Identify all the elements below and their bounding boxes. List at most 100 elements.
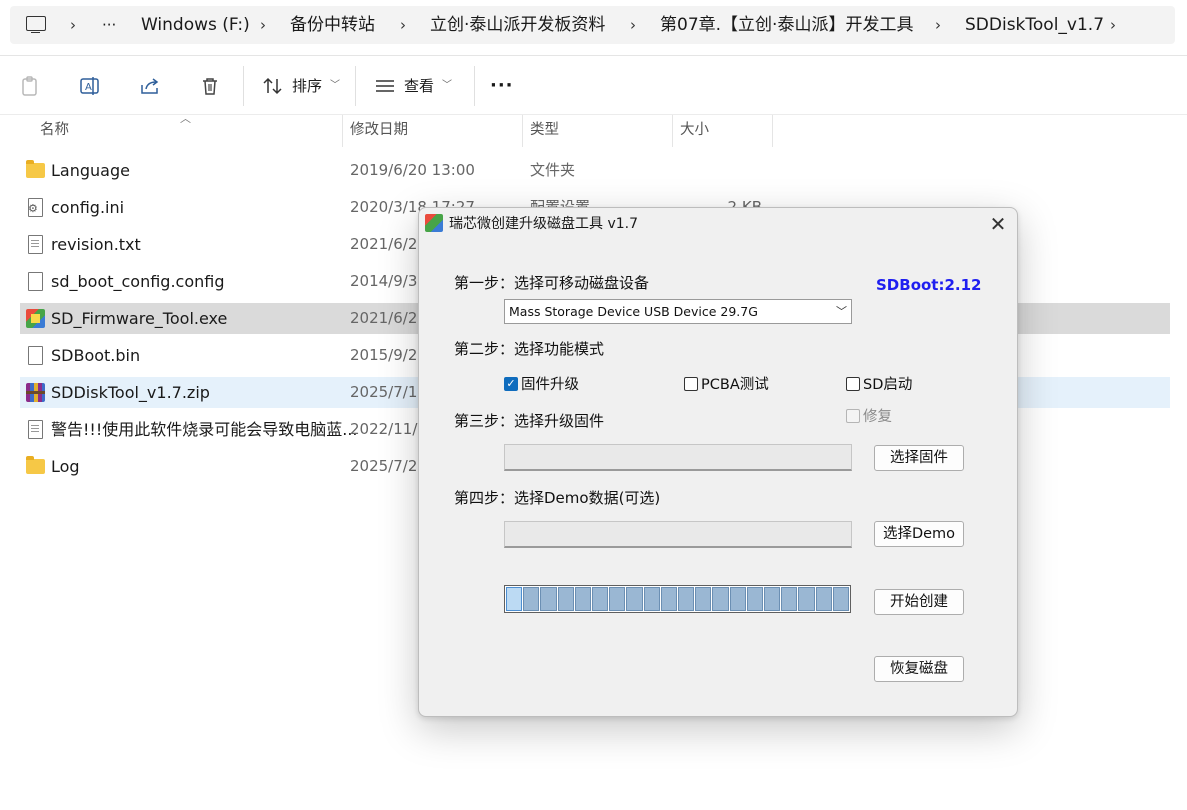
- rename-button[interactable]: A: [74, 70, 106, 102]
- sort-label: 排序: [292, 77, 323, 95]
- share-button[interactable]: [134, 70, 166, 102]
- sort-button[interactable]: 排序 ﹀: [262, 72, 340, 100]
- breadcrumb-drive[interactable]: Windows (F:): [141, 6, 250, 44]
- text-file-icon: [26, 420, 45, 439]
- dialog-title: 瑞芯微创建升级磁盘工具 v1.7: [449, 216, 638, 232]
- file-date: 2022/11/: [350, 420, 418, 438]
- breadcrumb-board-folder[interactable]: 立创·泰山派开发板资料: [430, 6, 605, 44]
- view-button[interactable]: 查看 ﹀: [374, 72, 452, 100]
- share-icon: [141, 78, 159, 94]
- sd-boot-checkbox[interactable]: SD启动: [846, 373, 912, 394]
- checkbox-icon: [846, 408, 860, 423]
- file-date: 2019/6/20 13:00: [350, 161, 475, 179]
- view-label: 查看: [404, 77, 435, 95]
- sd-disk-tool-dialog: 瑞芯微创建升级磁盘工具 v1.7 ✕ 第一步：选择可移动磁盘设备 SDBoot:…: [418, 207, 1018, 717]
- file-name: Log: [51, 457, 80, 476]
- column-header-type[interactable]: 类型: [523, 115, 673, 147]
- progress-segment: [523, 587, 540, 611]
- app-icon: [425, 214, 443, 232]
- column-header-size[interactable]: 大小: [673, 115, 773, 147]
- file-icon: [26, 346, 45, 365]
- demo-path-field[interactable]: [504, 521, 852, 548]
- progress-segment: [781, 587, 798, 611]
- device-select[interactable]: Mass Storage Device USB Device 29.7G ﹀: [504, 299, 852, 324]
- trash-icon: [203, 78, 217, 95]
- text-file-icon: [26, 235, 45, 254]
- checkbox-icon: [684, 376, 698, 391]
- file-date: 2015/9/29: [350, 346, 427, 364]
- sort-icon: [263, 77, 282, 95]
- progress-segment: [729, 587, 746, 611]
- select-firmware-button[interactable]: 选择固件: [874, 445, 964, 471]
- device-value: Mass Storage Device USB Device 29.7G: [509, 304, 758, 319]
- file-date: 2025/7/2: [350, 457, 418, 475]
- file-name: 警告!!!使用此软件烧录可能会导致电脑蓝...: [51, 420, 358, 439]
- svg-text:A: A: [85, 82, 92, 93]
- sdboot-version: SDBoot:2.12: [876, 276, 982, 294]
- address-bar[interactable]: › ··· Windows (F:) › 备份中转站 › 立创·泰山派开发板资料…: [10, 6, 1175, 44]
- chevron-right-icon[interactable]: ›: [260, 6, 266, 44]
- divider: [0, 55, 1187, 56]
- progress-segment: [540, 587, 557, 611]
- dialog-title-bar[interactable]: 瑞芯微创建升级磁盘工具 v1.7 ✕: [419, 208, 1017, 240]
- pcba-test-label: PCBA测试: [701, 377, 769, 393]
- column-header-name[interactable]: 名称: [33, 115, 343, 147]
- view-icon: [376, 80, 394, 92]
- repair-checkbox[interactable]: 修复: [846, 405, 892, 426]
- start-create-button[interactable]: 开始创建: [874, 589, 964, 615]
- progress-segment: [815, 587, 832, 611]
- breadcrumb-chapter-folder[interactable]: 第07章.【立创·泰山派】开发工具: [660, 6, 913, 44]
- file-name: SDBoot.bin: [51, 346, 141, 365]
- chevron-right-icon[interactable]: ›: [630, 6, 636, 44]
- zip-icon: [26, 383, 45, 402]
- select-demo-button[interactable]: 选择Demo: [874, 521, 964, 547]
- chevron-right-icon[interactable]: ›: [70, 6, 76, 44]
- file-date: 2021/6/2: [350, 235, 418, 253]
- folder-icon: [26, 160, 45, 180]
- progress-bar: [504, 585, 851, 613]
- firmware-upgrade-label: 固件升级: [521, 377, 579, 393]
- chevron-down-icon: ﹀: [836, 305, 847, 318]
- progress-segment: [695, 587, 712, 611]
- sd-boot-label: SD启动: [863, 377, 913, 393]
- progress-segment: [832, 587, 850, 611]
- chevron-down-icon: ﹀: [442, 80, 453, 91]
- pcba-test-checkbox[interactable]: PCBA测试: [684, 373, 769, 394]
- repair-label: 修复: [863, 409, 892, 425]
- chevron-right-icon[interactable]: ›: [1110, 6, 1116, 44]
- column-header-modified[interactable]: 修改日期: [343, 115, 523, 147]
- file-name: sd_boot_config.config: [51, 272, 225, 291]
- progress-segment: [798, 587, 815, 611]
- breadcrumb-backup-folder[interactable]: 备份中转站: [290, 6, 375, 44]
- checkmark-icon: ✓: [504, 376, 518, 391]
- chevron-right-icon[interactable]: ›: [400, 6, 406, 44]
- file-icon: [26, 272, 45, 291]
- file-date: 2025/7/1: [350, 383, 418, 401]
- more-options-button[interactable]: ···: [490, 72, 514, 100]
- file-date: 2021/6/2: [350, 309, 418, 327]
- this-pc-icon[interactable]: [26, 16, 46, 33]
- breadcrumb-more-button[interactable]: ···: [102, 6, 116, 44]
- step2-label: 第二步：选择功能模式: [454, 340, 605, 358]
- progress-segment: [592, 587, 609, 611]
- file-name: revision.txt: [51, 235, 141, 254]
- close-button[interactable]: ✕: [983, 210, 1013, 238]
- file-name: config.ini: [51, 198, 125, 217]
- file-type: 文件夹: [530, 161, 576, 179]
- paste-button[interactable]: [14, 70, 46, 102]
- restore-disk-button[interactable]: 恢复磁盘: [874, 656, 964, 682]
- firmware-path-field[interactable]: [504, 444, 852, 471]
- chevron-down-icon: ﹀: [330, 80, 341, 91]
- progress-segment: [626, 587, 643, 611]
- step4-label: 第四步：选择Demo数据(可选): [454, 489, 661, 507]
- file-row[interactable]: Language 2019/6/20 13:00 文件夹: [20, 155, 1170, 186]
- chevron-right-icon[interactable]: ›: [935, 6, 941, 44]
- delete-button[interactable]: [194, 70, 226, 102]
- progress-segment: [506, 587, 523, 611]
- checkbox-icon: [846, 376, 860, 391]
- breadcrumb-current-folder[interactable]: SDDiskTool_v1.7: [965, 6, 1104, 44]
- progress-segment: [557, 587, 574, 611]
- progress-segment: [609, 587, 626, 611]
- firmware-upgrade-checkbox[interactable]: ✓ 固件升级: [504, 373, 579, 394]
- rename-icon: A: [80, 77, 99, 95]
